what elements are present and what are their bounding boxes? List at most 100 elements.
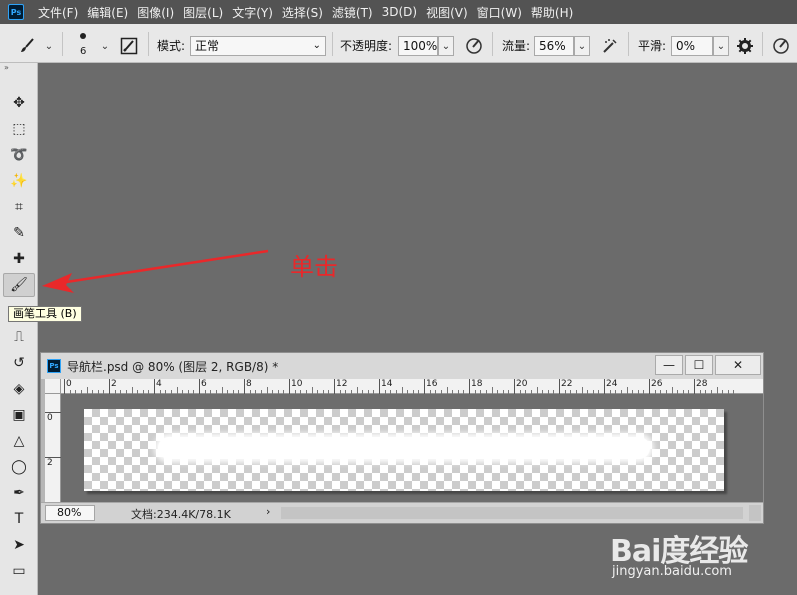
menu-help[interactable]: 帮助(H) (531, 4, 573, 21)
ruler-minor-tick (716, 387, 718, 394)
restore-button[interactable]: ☐ (685, 355, 713, 375)
opacity-label: 不透明度: (340, 39, 393, 53)
menu-edit[interactable]: 编辑(E) (87, 4, 128, 21)
document-title: 导航栏.psd @ 80% (图层 2, RGB/8) * (67, 359, 279, 374)
menu-3d[interactable]: 3D(D) (382, 5, 417, 19)
options-divider (762, 32, 763, 56)
brush-tool-icon[interactable]: 🖌 (3, 273, 35, 297)
ruler-minor-tick (626, 387, 628, 394)
menu-window[interactable]: 窗口(W) (477, 4, 522, 21)
mode-select[interactable]: 正常 ⌄ (190, 36, 326, 56)
ruler-label: 22 (561, 379, 573, 389)
tooltip-brush-tool: 画笔工具 (B) (8, 306, 82, 322)
smoothing-dropdown-icon[interactable]: ⌄ (713, 36, 729, 56)
healing-brush-tool-icon[interactable]: ✚ (3, 247, 35, 271)
document-size-info[interactable]: 文档:234.4K/78.1K (131, 506, 231, 522)
photoshop-document-icon: Ps (47, 359, 61, 373)
vertical-ruler[interactable]: 02 (45, 394, 61, 502)
pressure-size-icon[interactable] (770, 35, 792, 57)
opacity-field[interactable]: 100% (398, 36, 438, 56)
crop-tool-icon[interactable]: ⌗ (3, 195, 35, 219)
clone-stamp-tool-icon[interactable]: ⎍ (3, 325, 35, 349)
options-divider (148, 32, 149, 56)
blur-tool-icon[interactable]: △ (3, 429, 35, 453)
horizontal-ruler[interactable]: 0 2 4 6 8 10 12 14 16 18 20 22 24 26 28 (61, 379, 763, 394)
options-divider (332, 32, 333, 56)
chevron-down-icon: ⌄ (312, 40, 321, 51)
menu-layer[interactable]: 图层(L) (183, 4, 223, 21)
ruler-label: 16 (426, 379, 438, 389)
ruler-minor-tick (401, 387, 403, 394)
ruler-label: 28 (696, 379, 708, 389)
chevron-down-icon[interactable]: ⌄ (94, 35, 116, 57)
dodge-tool-icon[interactable]: ◯ (3, 455, 35, 479)
zoom-field[interactable]: 80% (45, 505, 95, 521)
menu-type[interactable]: 文字(Y) (232, 4, 273, 21)
type-tool-icon[interactable]: T (3, 507, 35, 531)
menu-select[interactable]: 选择(S) (282, 4, 323, 21)
flow-field[interactable]: 56% (534, 36, 574, 56)
ruler-label: 8 (246, 379, 252, 389)
photoshop-logo-icon: Ps (8, 4, 24, 20)
ruler-minor-tick (491, 387, 493, 394)
ruler-minor-tick (581, 387, 583, 394)
path-selection-tool-icon[interactable]: ➤ (3, 533, 35, 557)
pasteboard (61, 394, 763, 502)
options-bar: ⌄ 6 ⌄ 模式: 正常 ⌄ 不透明度: 100% ⌄ 流量: 56% ⌄ 平滑… (0, 24, 797, 63)
options-divider (492, 32, 493, 56)
mode-value: 正常 (195, 39, 220, 53)
brush-settings-panel-icon[interactable] (118, 35, 140, 57)
ruler-tick (64, 379, 65, 394)
ruler-minor-tick (131, 387, 133, 394)
ruler-label: 2 (111, 379, 117, 389)
document-title-bar[interactable]: Ps 导航栏.psd @ 80% (图层 2, RGB/8) * — ☐ ✕ (41, 353, 763, 379)
watermark-url: jingyan.baidu.com (612, 564, 732, 579)
smoothing-field[interactable]: 0% (671, 36, 713, 56)
ruler-minor-tick (221, 387, 223, 394)
minimize-button[interactable]: — (655, 355, 683, 375)
flow-dropdown-icon[interactable]: ⌄ (574, 36, 590, 56)
ruler-minor-tick (671, 387, 673, 394)
navbar-shape-layer[interactable] (158, 437, 650, 459)
ruler-tick (334, 379, 335, 394)
ruler-tick (379, 379, 380, 394)
ruler-tick (649, 379, 650, 394)
gradient-tool-icon[interactable]: ▣ (3, 403, 35, 427)
shape-tool-icon[interactable]: ▭ (3, 559, 35, 583)
ruler-minor-tick (536, 387, 538, 394)
pressure-opacity-icon[interactable] (463, 35, 485, 57)
eraser-tool-icon[interactable]: ◈ (3, 377, 35, 401)
close-button[interactable]: ✕ (715, 355, 761, 375)
document-canvas[interactable] (84, 409, 724, 491)
smoothing-label: 平滑: (638, 39, 667, 53)
history-brush-tool-icon[interactable]: ↺ (3, 351, 35, 375)
brush-size-value[interactable]: 6 (80, 46, 86, 57)
ruler-tick (604, 379, 605, 394)
ruler-tick (199, 379, 200, 394)
magic-wand-tool-icon[interactable]: ✨ (3, 169, 35, 193)
menu-file[interactable]: 文件(F) (38, 4, 78, 21)
pen-tool-icon[interactable]: ✒ (3, 481, 35, 505)
airbrush-icon[interactable] (599, 35, 621, 57)
move-tool-icon[interactable]: ✥ (3, 91, 35, 115)
annotation-text: 单击 (290, 253, 338, 281)
menu-image[interactable]: 图像(I) (137, 4, 174, 21)
opacity-dropdown-icon[interactable]: ⌄ (438, 36, 454, 56)
ruler-label: 2 (47, 458, 53, 468)
status-menu-arrow[interactable]: › (266, 505, 270, 518)
flow-label: 流量: (502, 39, 531, 53)
chevron-down-icon[interactable]: ⌄ (38, 35, 60, 57)
menu-filter[interactable]: 滤镜(T) (332, 4, 373, 21)
ruler-minor-tick (266, 387, 268, 394)
brush-preset-icon[interactable] (16, 35, 38, 57)
eyedropper-tool-icon[interactable]: ✎ (3, 221, 35, 245)
ruler-tick (424, 379, 425, 394)
marquee-tool-icon[interactable]: ⬚ (3, 117, 35, 141)
baidu-watermark: Bai度经验 jingyan.baidu.com (608, 512, 797, 595)
gear-icon[interactable] (734, 35, 756, 57)
ruler-label: 24 (606, 379, 618, 389)
ruler-origin[interactable] (45, 379, 61, 394)
lasso-tool-icon[interactable]: ➰ (3, 143, 35, 167)
panel-collapse-icon[interactable]: » (0, 63, 37, 73)
menu-view[interactable]: 视图(V) (426, 4, 468, 21)
